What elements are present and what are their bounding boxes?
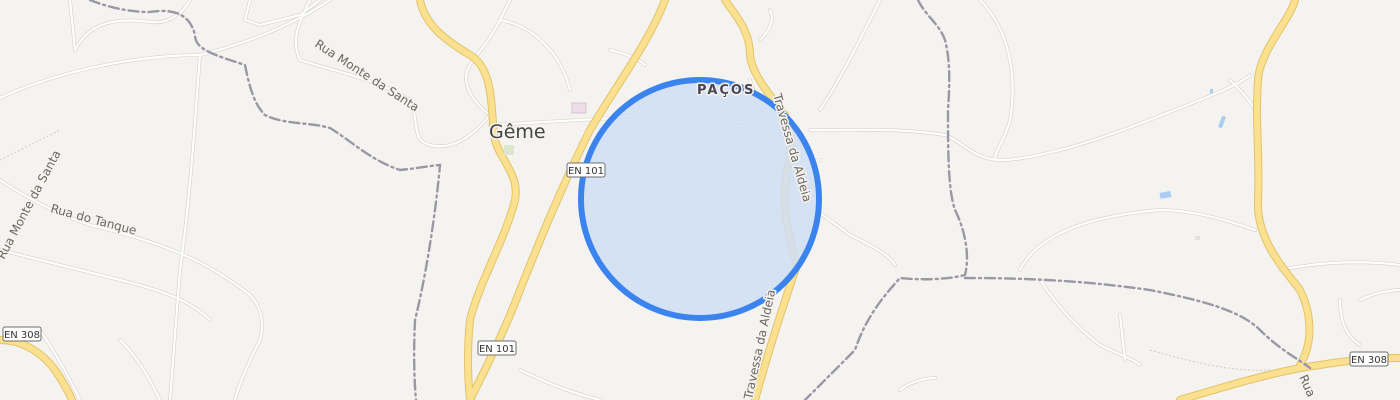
road-shield-en308-left: EN 308 [2,326,42,342]
place-label-geme: Gême [489,121,546,143]
road-shield-en101-top: EN 101 [566,162,606,178]
map-svg: Rua Monte da Santa Rua Monte da Santa Ru… [0,0,1400,400]
svg-text:EN 101: EN 101 [479,344,515,355]
map-canvas[interactable]: Rua Monte da Santa Rua Monte da Santa Ru… [0,0,1400,400]
locality-label-pacos: PAÇOS [697,83,755,98]
street-label-rua-monte-da-santa: Rua Monte da Santa [312,37,421,115]
svg-text:EN 101: EN 101 [568,166,604,177]
svg-text:EN 308: EN 308 [1351,355,1387,366]
water-features [1159,89,1226,199]
street-label-rua: Rua [1296,373,1318,399]
road-shield-en101-bottom: EN 101 [477,340,517,356]
street-label-rua-do-tanque: Rua do Tanque [49,201,138,237]
svg-text:EN 308: EN 308 [4,330,40,341]
road-shield-en308-right: EN 308 [1349,351,1389,367]
